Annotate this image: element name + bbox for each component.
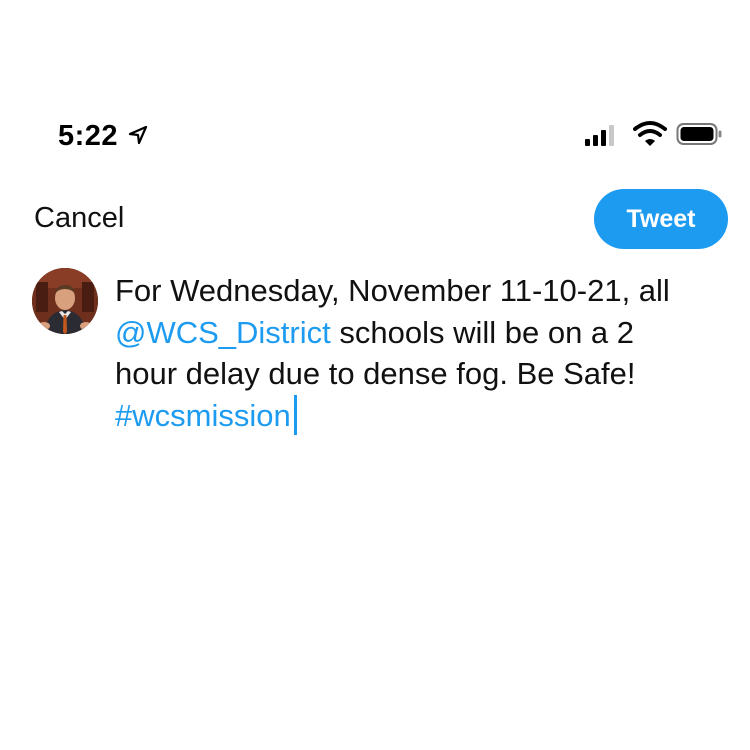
tweet-text-line-3: hour delay due to dense fog. Be Safe! xyxy=(115,356,636,391)
location-arrow-icon xyxy=(128,125,148,145)
mention-link[interactable]: @WCS_District xyxy=(115,315,331,350)
tweet-text-line-2: @WCS_District schools will be on a 2 xyxy=(115,312,735,354)
cellular-signal-icon xyxy=(585,125,614,146)
battery-icon xyxy=(676,123,722,145)
avatar-image xyxy=(32,268,98,334)
tweet-text-area[interactable]: For Wednesday, November 11-10-21, all @W… xyxy=(115,270,735,436)
profile-avatar[interactable] xyxy=(32,268,98,334)
tweet-button[interactable]: Tweet xyxy=(594,189,728,249)
tweet-compose-screen: 5:22 Cancel Tweet For Wednesday, Novembe… xyxy=(0,0,750,750)
hashtag-link[interactable]: #wcsmission xyxy=(115,398,291,433)
text-cursor xyxy=(293,394,297,435)
tweet-text-line-4: #wcsmission xyxy=(115,394,735,437)
status-time: 5:22 xyxy=(58,120,119,152)
tweet-text-line-2-rest: schools will be on a 2 xyxy=(330,314,635,350)
cancel-button[interactable]: Cancel xyxy=(34,202,124,235)
status-bar: 5:22 xyxy=(0,112,750,156)
tweet-text-line-1: For Wednesday, November 11-10-21, all xyxy=(115,273,670,308)
wifi-icon xyxy=(633,121,667,146)
